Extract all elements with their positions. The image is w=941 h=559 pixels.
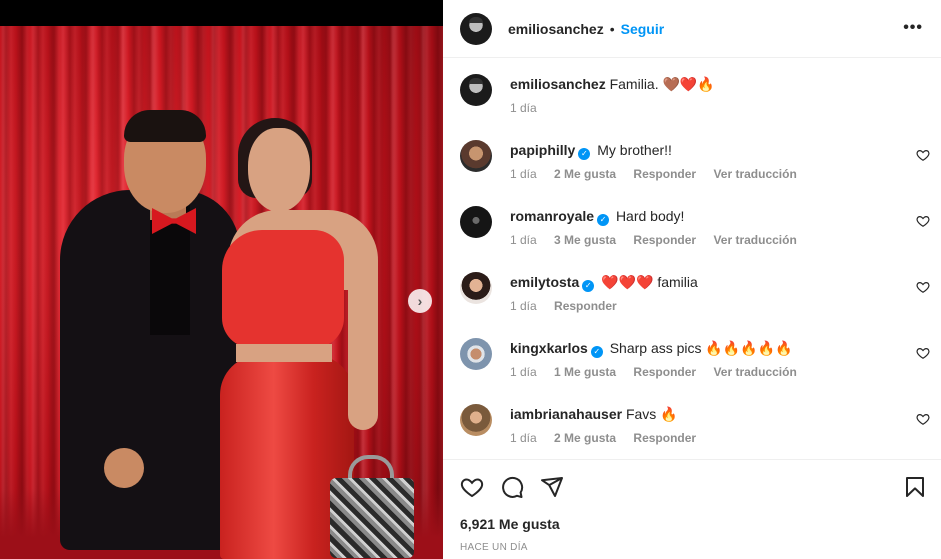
comment-time: 1 día [510,299,537,313]
post-media: › [0,0,443,559]
comment-avatar[interactable] [460,140,492,172]
comment-avatar[interactable] [460,338,492,370]
comment-time: 1 día [510,431,537,445]
comment-like-icon[interactable] [916,280,930,294]
comment-time: 1 día [510,233,537,247]
caption-author-avatar[interactable] [460,74,492,106]
post-timestamp: HACE UN DÍA [460,542,528,553]
translate-button[interactable]: Ver traducción [713,233,796,247]
caption-username[interactable]: emiliosanchez [510,76,606,92]
comment-like-icon[interactable] [916,214,930,228]
comment-likes[interactable]: 3 Me gusta [554,233,616,247]
comment-item: papiphilly ✓ My brother!! 1 día 2 Me gust… [460,140,930,186]
action-bar [460,475,564,499]
share-icon[interactable] [540,475,564,499]
like-count[interactable]: 6,921 Me gusta [460,516,560,532]
comment-avatar[interactable] [460,404,492,436]
verified-badge-icon: ✓ [590,346,603,358]
comment-time: 1 día [510,167,537,181]
author-username[interactable]: emiliosanchez [508,21,604,37]
comments-list[interactable]: emiliosanchez Familia. 🤎❤️🔥 1 día papiph… [443,58,941,458]
author-avatar[interactable] [460,12,492,45]
comment-item: emilytosta ✓ ❤️❤️❤️ familia 1 día Respond… [460,272,930,318]
heart-icon[interactable] [460,475,484,499]
media-top-bar [0,0,443,26]
reply-button[interactable]: Responder [554,299,617,313]
comment-username[interactable]: kingxkarlos [510,340,588,356]
post-header: emiliosanchez • Seguir ••• [443,0,941,58]
caption-text: Familia. 🤎❤️🔥 [609,76,715,92]
comment-item: romanroyale ✓ Hard body! 1 día 3 Me gusta… [460,206,930,252]
post-footer: 6,921 Me gusta HACE UN DÍA [443,459,941,559]
comment-username[interactable]: emilytosta [510,274,579,290]
comment-text: ❤️❤️❤️ familia [601,274,698,290]
comment-likes[interactable]: 1 Me gusta [554,365,616,379]
verified-badge-icon: ✓ [582,280,595,292]
comment-likes[interactable]: 2 Me gusta [554,167,616,181]
comment-icon[interactable] [500,475,524,499]
reply-button[interactable]: Responder [633,365,696,379]
comment-username[interactable]: romanroyale [510,208,594,224]
separator-dot: • [609,20,615,37]
translate-button[interactable]: Ver traducción [713,365,796,379]
follow-button[interactable]: Seguir [621,21,665,37]
caption: emiliosanchez Familia. 🤎❤️🔥 1 día [460,74,930,120]
comment-text: Hard body! [615,208,685,224]
verified-badge-icon: ✓ [578,148,591,160]
reply-button[interactable]: Responder [633,233,696,247]
comment-text: Favs 🔥 [625,406,678,422]
verified-badge-icon: ✓ [597,214,610,226]
handbag [330,478,414,558]
comment-like-icon[interactable] [916,412,930,426]
comment-avatar[interactable] [460,206,492,238]
reply-button[interactable]: Responder [633,167,696,181]
comment-time: 1 día [510,365,537,379]
comment-like-icon[interactable] [916,148,930,162]
comment-username[interactable]: papiphilly [510,142,575,158]
comment-text: My brother!! [597,142,672,158]
next-photo-button[interactable]: › [408,289,432,313]
reply-button[interactable]: Responder [633,431,696,445]
caption-time: 1 día [510,101,537,115]
more-options-icon[interactable]: ••• [903,19,923,37]
comment-item: kingxkarlos ✓ Sharp ass pics 🔥🔥🔥🔥🔥 1 día … [460,338,930,384]
comment-avatar[interactable] [460,272,492,304]
bookmark-icon[interactable] [903,475,927,499]
comment-username[interactable]: iambrianahauser [510,406,622,422]
chevron-right-icon: › [417,293,423,309]
comment-text: Sharp ass pics 🔥🔥🔥🔥🔥 [609,340,793,356]
comment-item: iambrianahauser Favs 🔥 1 día 2 Me gusta … [460,404,930,450]
translate-button[interactable]: Ver traducción [713,167,796,181]
post-panel: emiliosanchez • Seguir ••• emiliosanchez… [443,0,941,559]
comment-likes[interactable]: 2 Me gusta [554,431,616,445]
comment-like-icon[interactable] [916,346,930,360]
